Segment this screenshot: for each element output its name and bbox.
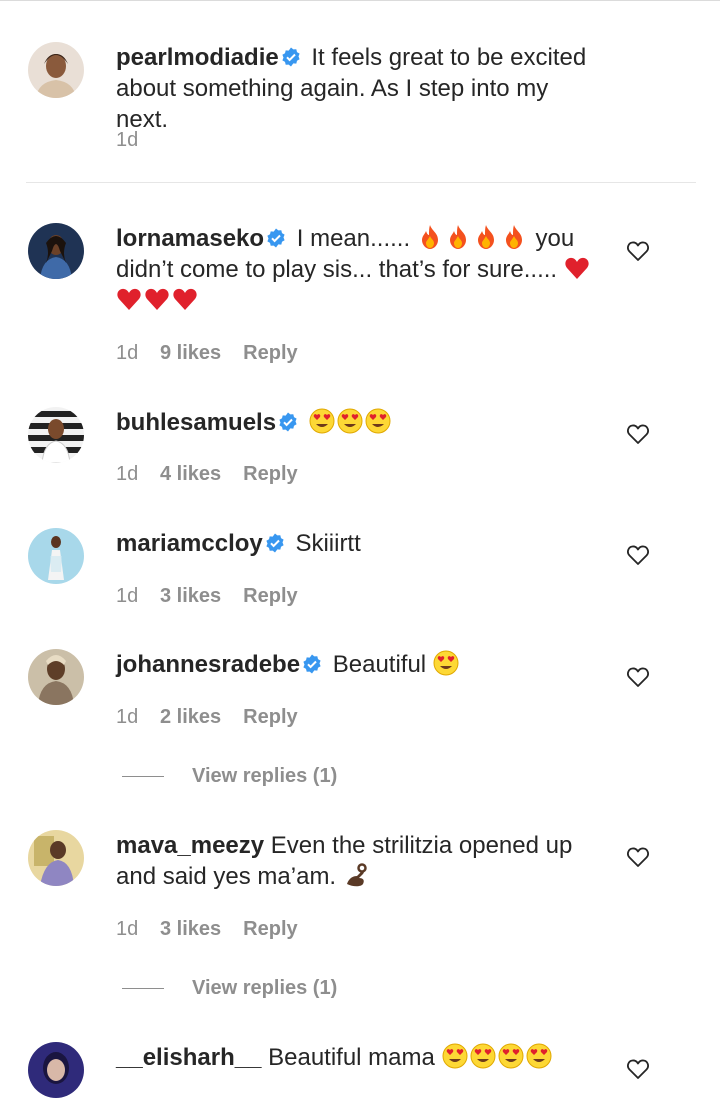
reply-button[interactable]: Reply <box>243 704 297 730</box>
timestamp: 1d <box>116 342 139 364</box>
red-heart-icon <box>116 286 142 312</box>
comment-text: Skiiirtt <box>295 530 361 557</box>
verified-badge-icon <box>278 412 298 432</box>
comment-text-block: mava_meezy Even the strilitzia opened up… <box>116 830 606 892</box>
verified-badge-icon <box>265 533 285 553</box>
comment-meta: 1d 9 likes Reply <box>116 340 298 366</box>
likes-count[interactable]: 3 likes <box>160 916 221 942</box>
heart-eyes-icon <box>433 650 459 676</box>
avatar[interactable] <box>28 42 84 98</box>
username[interactable]: buhlesamuels <box>116 409 276 436</box>
red-heart-icon <box>144 286 170 312</box>
red-heart-icon <box>564 255 590 281</box>
view-replies-button[interactable]: View replies (1) <box>122 763 337 789</box>
timestamp: 1d <box>116 463 139 485</box>
comment-text-block: mariamccloy Skiiirtt <box>116 528 606 559</box>
like-heart-icon[interactable] <box>626 666 650 688</box>
like-heart-icon[interactable] <box>626 846 650 868</box>
fire-emoji-group <box>417 225 529 252</box>
replies-line <box>122 776 164 778</box>
timestamp: 1d <box>116 129 139 151</box>
username[interactable]: mariamccloy <box>116 530 263 557</box>
comment-text-block: pearlmodiadie It feels great to be excit… <box>116 42 606 135</box>
fire-icon <box>417 224 443 250</box>
timestamp: 1d <box>116 585 139 607</box>
comment-meta: 1d 3 likes Reply <box>116 916 298 942</box>
heart-eyes-emoji-group <box>442 1043 554 1071</box>
comment-text-start: I mean...... <box>296 225 411 252</box>
comment-meta: 1d 4 likes Reply <box>116 461 298 487</box>
ok-hand-icon <box>343 862 369 888</box>
username[interactable]: lornamaseko <box>116 225 264 252</box>
heart-eyes-icon <box>337 408 363 434</box>
avatar[interactable] <box>28 1042 84 1098</box>
verified-badge-icon <box>281 47 301 67</box>
reply-button[interactable]: Reply <box>243 461 297 487</box>
comment-text-block: buhlesamuels <box>116 407 606 438</box>
username[interactable]: johannesradebe <box>116 651 300 678</box>
like-heart-icon[interactable] <box>626 423 650 445</box>
comment-meta: 1d <box>116 127 160 153</box>
comment-text-block: johannesradebe Beautiful <box>116 649 606 680</box>
red-heart-icon <box>172 286 198 312</box>
like-heart-icon[interactable] <box>626 1058 650 1080</box>
fire-icon <box>473 224 499 250</box>
heart-eyes-icon <box>365 408 391 434</box>
username[interactable]: __elisharh__ <box>116 1044 261 1071</box>
username[interactable]: pearlmodiadie <box>116 44 279 71</box>
heart-eyes-icon <box>470 1043 496 1069</box>
comment-meta: 1d 3 likes Reply <box>116 583 298 609</box>
reply-button[interactable]: Reply <box>243 583 297 609</box>
verified-badge-icon <box>266 228 286 248</box>
like-heart-icon[interactable] <box>626 240 650 262</box>
view-replies-label: View replies (1) <box>192 977 338 999</box>
reply-button[interactable]: Reply <box>243 916 297 942</box>
heart-eyes-icon <box>498 1043 524 1069</box>
caption-divider <box>26 182 696 183</box>
top-divider <box>0 0 720 1</box>
username[interactable]: mava_meezy <box>116 832 264 859</box>
heart-eyes-icon <box>526 1043 552 1069</box>
replies-line <box>122 988 164 990</box>
heart-eyes-icon <box>309 408 335 434</box>
comment-text: Beautiful mama <box>268 1044 435 1071</box>
heart-eyes-emoji-group <box>309 408 393 436</box>
likes-count[interactable]: 2 likes <box>160 704 221 730</box>
fire-icon <box>445 224 471 250</box>
comment-text-block: __elisharh__ Beautiful mama <box>116 1042 606 1073</box>
comment-text: Beautiful <box>332 651 427 678</box>
view-replies-label: View replies (1) <box>192 765 338 787</box>
avatar[interactable] <box>28 649 84 705</box>
reply-button[interactable]: Reply <box>243 340 297 366</box>
verified-badge-icon <box>302 654 322 674</box>
comment-meta: 1d 2 likes Reply <box>116 704 298 730</box>
view-replies-button[interactable]: View replies (1) <box>122 975 337 1001</box>
avatar[interactable] <box>28 528 84 584</box>
heart-eyes-icon <box>442 1043 468 1069</box>
fire-icon <box>501 224 527 250</box>
comment-text-block: lornamaseko I mean...... you didn’t come… <box>116 223 606 316</box>
timestamp: 1d <box>116 918 139 940</box>
likes-count[interactable]: 4 likes <box>160 461 221 487</box>
avatar[interactable] <box>28 830 84 886</box>
likes-count[interactable]: 9 likes <box>160 340 221 366</box>
like-heart-icon[interactable] <box>626 544 650 566</box>
avatar[interactable] <box>28 407 84 463</box>
timestamp: 1d <box>116 706 139 728</box>
likes-count[interactable]: 3 likes <box>160 583 221 609</box>
avatar[interactable] <box>28 223 84 279</box>
